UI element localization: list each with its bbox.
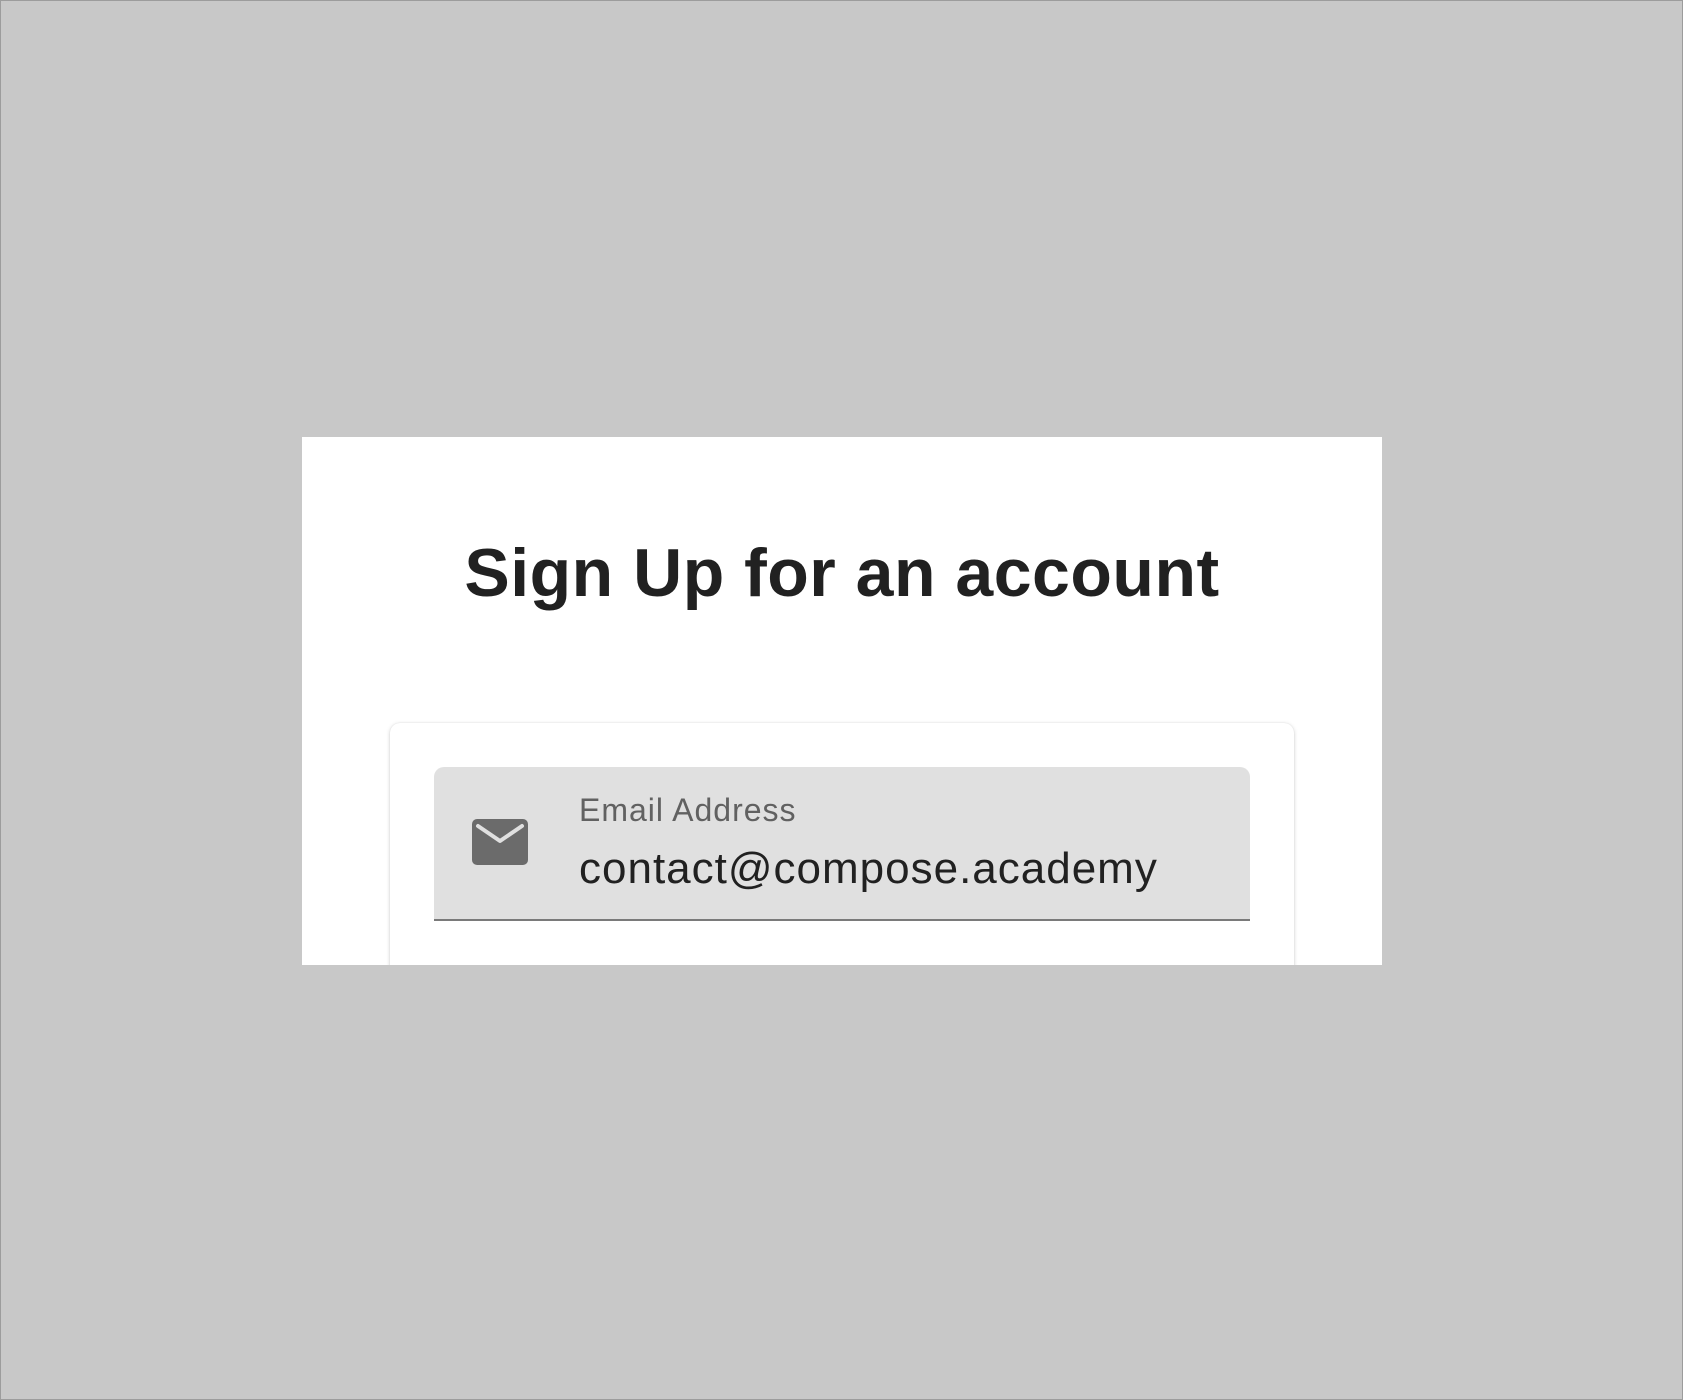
backdrop: Sign Up for an account Email Address (0, 0, 1683, 1400)
email-field-label: Email Address (579, 792, 797, 828)
signup-card: Email Address (390, 723, 1294, 965)
email-envelope-icon (472, 819, 528, 865)
email-field[interactable]: Email Address (434, 767, 1250, 921)
email-input[interactable] (579, 841, 1229, 897)
signup-screen: Sign Up for an account Email Address (302, 437, 1382, 965)
page-title: Sign Up for an account (464, 535, 1220, 611)
